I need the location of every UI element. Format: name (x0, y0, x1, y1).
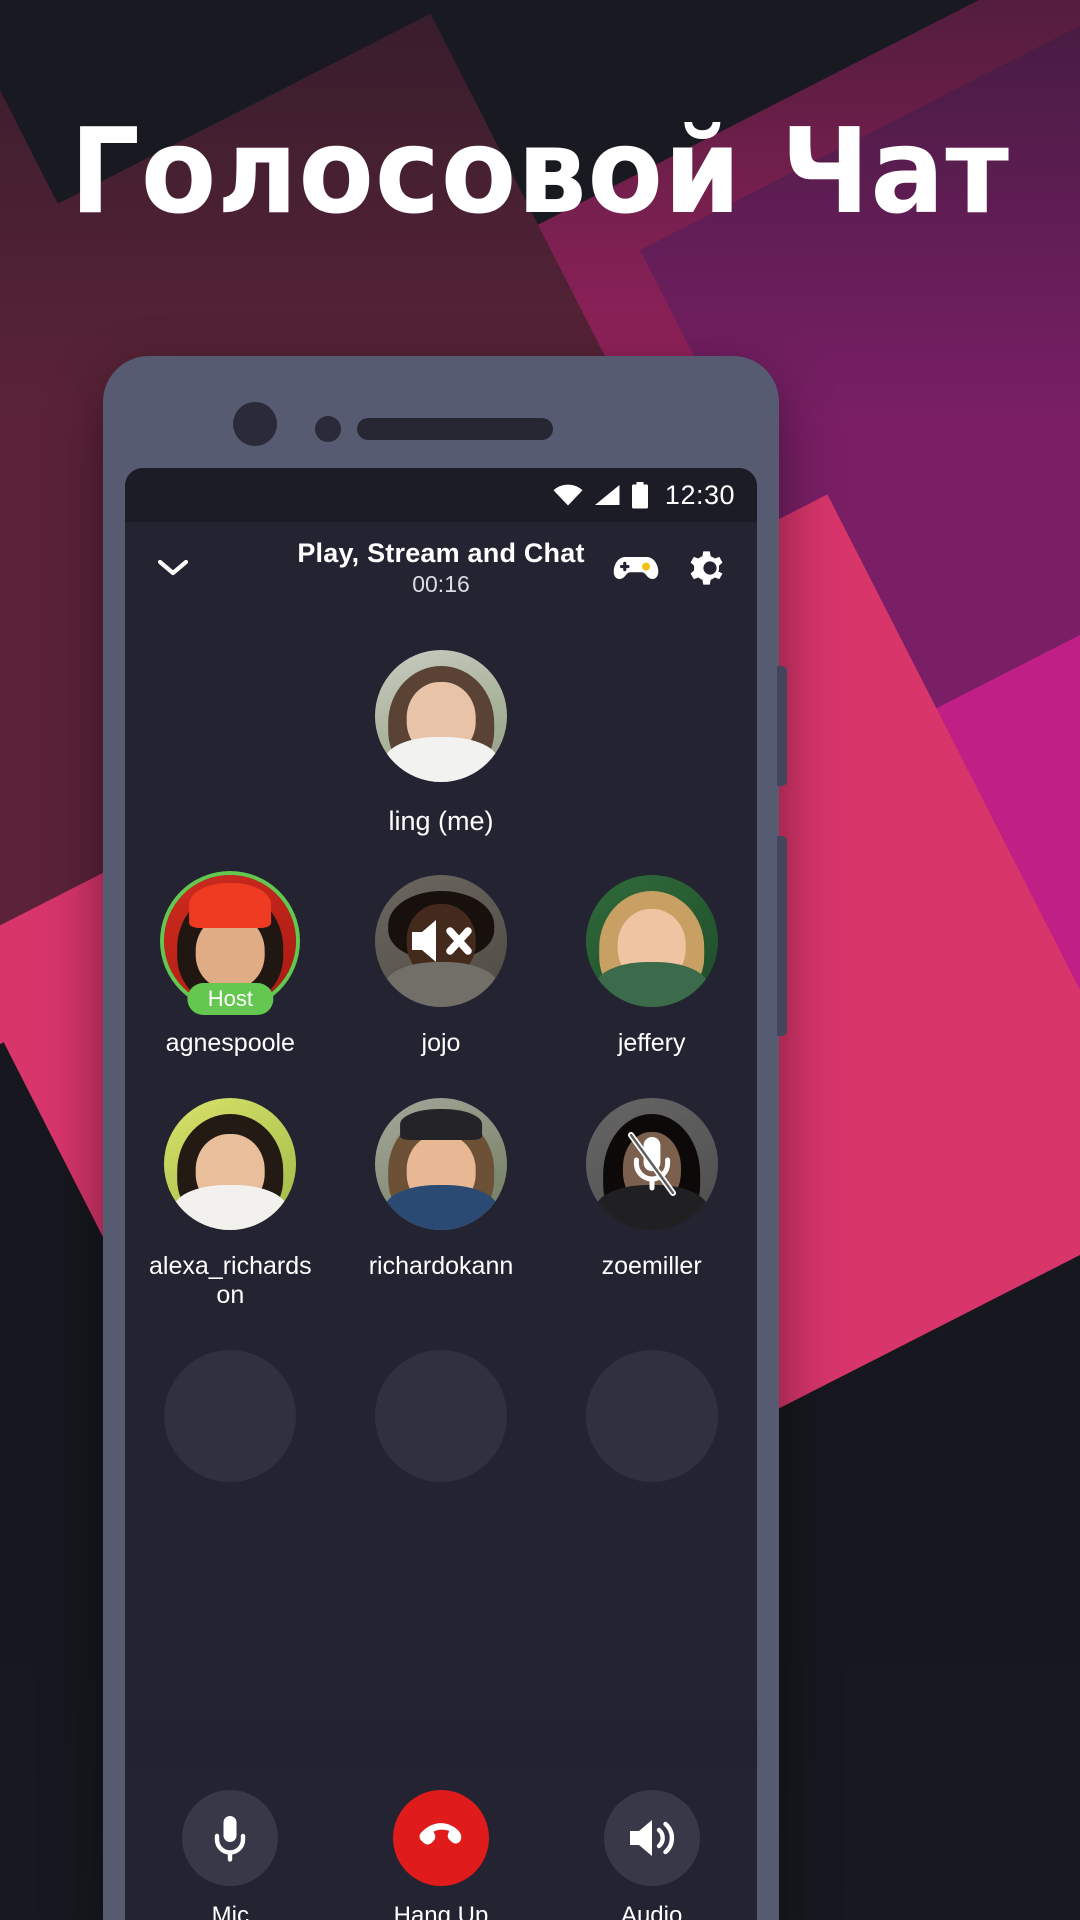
participant-name: richardokann (368, 1252, 514, 1280)
audio-label: Audio (620, 1902, 683, 1920)
phone-power-button (777, 836, 787, 1036)
status-bar: 12:30 (125, 468, 757, 522)
audio-button[interactable] (603, 1790, 700, 1886)
participant-name: alexa_richardson (149, 1252, 312, 1309)
hang-up-label: Hang Up (393, 1902, 489, 1920)
gear-icon (690, 551, 723, 585)
avatar-alexa[interactable] (164, 1098, 297, 1230)
participant-name: agnespoole (165, 1029, 295, 1057)
call-control-bar: Mic Hang Up Audio (125, 1772, 757, 1920)
avatar-art (374, 1098, 507, 1230)
main-speaker[interactable]: ling (me) (125, 650, 757, 837)
room-title: Play, Stream and Chat (297, 538, 585, 568)
participant-name: jeffery (617, 1029, 686, 1057)
proximity-sensor-icon (315, 416, 341, 442)
mic-button[interactable] (182, 1790, 279, 1886)
hangup-control[interactable]: Hang Up (392, 1790, 489, 1920)
collapse-button[interactable] (151, 546, 195, 590)
phone-volume-button (777, 666, 787, 786)
app-header: Play, Stream and Chat 00:16 (125, 522, 757, 614)
phone-mockup: 12:30 Play, Stream and Chat 00:16 ling (… (103, 356, 787, 1920)
avatar-richardokann[interactable] (374, 1098, 507, 1230)
participant-name: jojo (421, 1029, 461, 1057)
settings-button[interactable] (689, 547, 731, 589)
end-call-icon (419, 1823, 462, 1845)
signal-icon (594, 485, 620, 505)
wifi-icon (553, 484, 583, 506)
hang-up-button[interactable] (392, 1790, 489, 1886)
mic-control[interactable]: Mic (182, 1790, 279, 1920)
mic-label: Mic (211, 1902, 249, 1920)
host-badge: Host (187, 983, 273, 1015)
battery-icon (631, 481, 648, 508)
speaker-mute-icon (411, 920, 472, 962)
avatar-jeffery[interactable] (585, 875, 718, 1007)
participant-jeffery[interactable]: jeffery (546, 875, 757, 1058)
audio-control[interactable]: Audio (603, 1790, 700, 1920)
page-title: Голосовой Чат (70, 102, 1010, 240)
speaker-icon (629, 1820, 674, 1856)
avatar-overflow-2 (374, 1350, 507, 1482)
phone-screen: 12:30 Play, Stream and Chat 00:16 ling (… (125, 468, 757, 1920)
participant-row-overflow (336, 1350, 547, 1482)
chevron-down-icon (157, 559, 189, 576)
participant-agnespoole[interactable]: Host agnespoole (125, 875, 336, 1058)
participant-zoemiller[interactable]: zoemiller (546, 1098, 757, 1310)
avatar-overflow-1 (164, 1350, 297, 1482)
microphone-icon (215, 1816, 246, 1862)
avatar-ling[interactable] (375, 650, 507, 782)
earpiece-speaker (357, 418, 553, 440)
status-bar-time: 12:30 (664, 479, 735, 510)
participant-richardokann[interactable]: richardokann (336, 1098, 547, 1310)
avatar-art (375, 650, 507, 782)
gamepad-icon (613, 557, 659, 579)
avatar-art (164, 1098, 297, 1230)
header-actions (613, 547, 731, 589)
main-speaker-name: ling (me) (388, 806, 494, 836)
mic-off-icon (627, 1132, 676, 1196)
participant-grid: Host agnespoole jojo jeffery alexa_richa… (125, 875, 757, 1482)
call-timer: 00:16 (412, 571, 470, 597)
games-button[interactable] (613, 551, 659, 585)
avatar-overflow-3 (585, 1350, 718, 1482)
participant-row-overflow (125, 1350, 336, 1482)
participant-row-overflow (546, 1350, 757, 1482)
participant-jojo[interactable]: jojo (336, 875, 547, 1058)
participant-alexa-richardson[interactable]: alexa_richardson (125, 1098, 336, 1310)
avatar-art (585, 875, 718, 1007)
front-camera-icon (233, 402, 277, 446)
participant-name: zoemiller (601, 1252, 702, 1280)
